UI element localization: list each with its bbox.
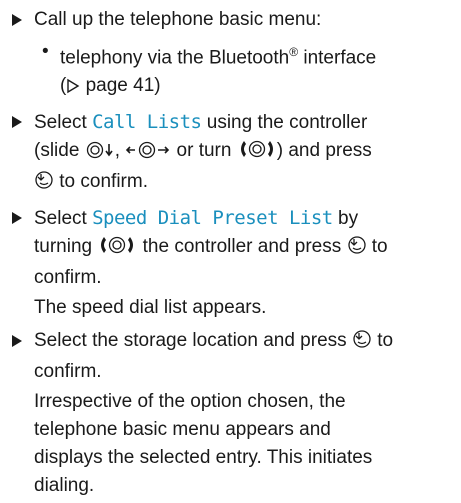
step-2-text-c: (slide: [34, 140, 85, 162]
step-3-text-b: by: [332, 208, 359, 230]
instructions: Call up the telephone basic menu: • tele…: [0, 0, 461, 500]
step-2: Select Call Lists using the controller (…: [10, 108, 453, 199]
controller-turn-icon: [97, 235, 137, 264]
controller-slide-left-right-icon: [125, 140, 171, 168]
step-2-text-f: ) and press: [276, 140, 372, 162]
step-1: Call up the telephone basic menu: • tele…: [10, 6, 453, 103]
sub-item-line-1: telephony via the Bluetooth: [60, 47, 290, 69]
step-4-result-3: displays the selected entry. This initia…: [34, 447, 373, 469]
step-3-text-c: turning: [34, 236, 98, 258]
step-3-text-d: the controller and press: [137, 236, 347, 258]
step-3-text-a: Select: [34, 208, 93, 230]
step-3: Select Speed Dial Preset List by turning…: [10, 204, 453, 322]
controller-press-icon: [352, 329, 372, 358]
step-3-text-e: to: [366, 236, 388, 258]
menu-item-speed-dial-preset-list: Speed Dial Preset List: [92, 207, 333, 230]
registered-mark: ®: [289, 45, 299, 59]
bullet-triangle-icon: [12, 116, 22, 129]
step-4-text-c: confirm.: [34, 361, 102, 383]
step-1-text: Call up the telephone basic menu:: [34, 9, 322, 30]
bullet-triangle-icon: [12, 335, 22, 348]
menu-item-call-lists: Call Lists: [92, 111, 202, 134]
step-4-result-2: telephone basic menu appears and: [34, 419, 331, 441]
step-2-text-g: to confirm.: [54, 171, 148, 193]
controller-press-icon: [347, 235, 367, 264]
step-2-text-a: Select: [34, 112, 93, 134]
step-2-text-e: or turn: [171, 140, 237, 162]
step-4: Select the storage location and press to…: [10, 327, 453, 500]
sub-item-line-1b: interface: [298, 47, 377, 69]
controller-turn-icon: [237, 139, 277, 168]
step-3-text-f: confirm.: [34, 267, 102, 289]
controller-press-icon: [34, 170, 54, 199]
step-3-result: The speed dial list appears.: [34, 297, 267, 319]
page-reference-icon: [66, 75, 80, 103]
page-reference-link[interactable]: page 41): [80, 75, 161, 96]
step-4-text-b: to: [371, 330, 394, 352]
step-4-text-a: Select the storage location and press: [34, 330, 352, 352]
bullet-triangle-icon: [12, 212, 22, 225]
step-2-text-b: using the controller: [201, 112, 368, 134]
step-2-text-d: ,: [114, 140, 126, 162]
bullet-dot-icon: •: [42, 41, 49, 62]
bullet-triangle-icon: [12, 14, 22, 26]
controller-slide-down-icon: [85, 140, 115, 168]
step-4-result-4: dialing.: [34, 475, 95, 497]
sub-item: • telephony via the Bluetooth® interface…: [34, 38, 453, 103]
step-4-result-1: Irrespective of the option chosen, the: [34, 391, 346, 413]
